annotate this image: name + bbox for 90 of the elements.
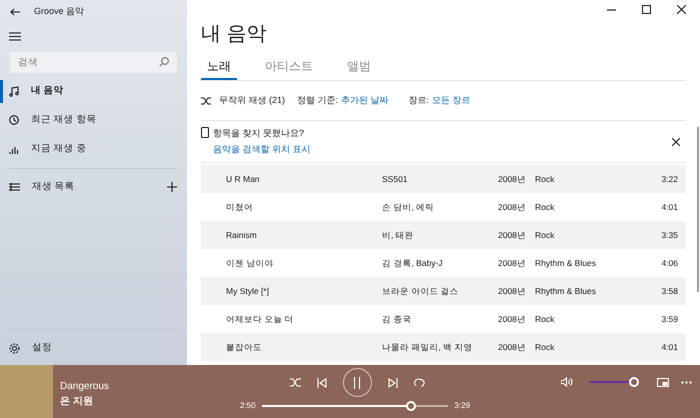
song-title: 붙잡아도 <box>226 340 263 354</box>
song-artist: 김 종국 <box>382 312 412 326</box>
nav-item[interactable]: 지금 재생 중 <box>0 134 187 164</box>
song-genre: Rock <box>535 340 556 354</box>
song-row[interactable]: 미쳤어 손 담비, 에릭 2008년 Rock 4:01 <box>201 193 686 221</box>
song-year: 2008년 <box>498 172 527 186</box>
song-row[interactable]: My Style [*] 브라운 아이드 걸스 2008년 Rhythm & Blues 3:58 <box>201 277 686 305</box>
pause-icon <box>353 376 361 388</box>
window-title: Groove 음악 <box>34 5 84 18</box>
repeat-icon[interactable] <box>414 378 424 388</box>
shuffle-button[interactable]: 무작위 재생 (21) <box>201 94 286 108</box>
maximize-icon[interactable] <box>642 5 651 14</box>
song-genre: Rock <box>535 172 556 186</box>
song-year: 2008년 <box>498 340 527 354</box>
song-artist: SS501 <box>382 172 409 186</box>
nav-item[interactable]: 최근 재생 항목 <box>0 106 187 134</box>
song-genre: Rock <box>535 312 556 326</box>
close-icon[interactable] <box>672 138 680 146</box>
song-title: 이젠 남이야 <box>226 256 274 270</box>
close-icon[interactable] <box>677 5 686 14</box>
song-genre: Rock <box>535 228 556 242</box>
song-title: 미쳤어 <box>226 200 254 214</box>
shuffle-icon <box>201 96 211 104</box>
song-duration: 3:22 <box>660 172 678 186</box>
more-icon[interactable] <box>681 380 692 384</box>
track-title: Dangerous <box>60 380 109 394</box>
add-icon[interactable] <box>167 182 177 192</box>
song-title: U R Man <box>226 172 261 186</box>
volume-thumb[interactable] <box>629 377 639 387</box>
song-year: 2008년 <box>498 256 527 270</box>
clock-icon <box>9 114 19 126</box>
song-duration: 3:59 <box>660 312 678 326</box>
song-title: Rainism <box>226 228 258 242</box>
song-artist: 비, 태완 <box>382 228 415 242</box>
device-icon <box>201 127 209 138</box>
song-row[interactable]: 붙잡아도 나몰라 패밀리, 백 지영 2008년 Rock 4:01 <box>201 333 686 361</box>
song-row[interactable]: Rainism 비, 태완 2008년 Rock 3:35 <box>201 221 686 249</box>
settings-icon[interactable] <box>9 343 20 354</box>
list-icon <box>9 183 20 191</box>
nav-item[interactable]: 내 음악 <box>0 76 187 106</box>
song-duration: 3:35 <box>660 228 678 242</box>
song-row[interactable]: 어제보다 오늘 더 김 종국 2008년 Rock 3:59 <box>201 305 686 333</box>
song-artist: 김 경록, Baby-J <box>382 256 444 270</box>
shuffle-icon[interactable] <box>290 378 300 387</box>
search-icon <box>159 56 169 66</box>
album-art-placeholder <box>0 365 53 418</box>
song-title: 어제보다 오늘 더 <box>226 312 295 326</box>
back-icon[interactable] <box>10 8 20 16</box>
genre-label: 장르: <box>408 94 430 107</box>
settings-item[interactable]: 설정 <box>32 341 52 356</box>
song-artist: 손 담비, 에릭 <box>382 200 436 214</box>
elapsed-time: 2:50 <box>240 400 256 412</box>
song-genre: Rhythm & Blues <box>535 284 597 298</box>
notice-text: 항목을 찾지 못했나요? <box>213 127 306 140</box>
sort-link[interactable]: 추가된 날짜 <box>341 94 389 108</box>
sort-label: 정렬 기준: <box>297 94 338 107</box>
page-title: 내 음악 <box>200 24 268 44</box>
genre-link[interactable]: 모든 장르 <box>432 94 471 108</box>
progress-thumb[interactable] <box>406 401 416 411</box>
song-genre: Rhythm & Blues <box>535 256 597 270</box>
song-duration: 4:01 <box>660 200 678 214</box>
song-year: 2008년 <box>498 228 527 242</box>
song-row[interactable]: 이젠 남이야 김 경록, Baby-J 2008년 Rhythm & Blues 4:06 <box>201 249 686 277</box>
song-year: 2008년 <box>498 312 527 326</box>
track-artist: 은 지원 <box>60 394 94 408</box>
song-artist: 브라운 아이드 걸스 <box>382 284 460 298</box>
tab[interactable]: 아티스트 <box>259 56 319 80</box>
previous-icon[interactable] <box>316 378 326 388</box>
total-time: 3:29 <box>454 400 470 412</box>
song-duration: 4:01 <box>660 340 678 354</box>
tab[interactable]: 노래 <box>201 56 237 80</box>
song-artist: 나몰라 패밀리, 백 지영 <box>382 340 474 354</box>
mini-view-icon[interactable] <box>657 378 669 386</box>
song-year: 2008년 <box>498 200 527 214</box>
song-title: My Style [*] <box>226 284 270 298</box>
next-icon[interactable] <box>388 378 398 388</box>
search-field[interactable]: 검색 <box>10 52 177 72</box>
menu-icon[interactable] <box>9 32 21 42</box>
song-duration: 4:06 <box>660 256 678 270</box>
playlists-item[interactable]: 재생 목록 <box>32 180 155 194</box>
song-duration: 3:58 <box>660 284 678 298</box>
scrollbar[interactable] <box>697 127 699 292</box>
song-genre: Rock <box>535 200 556 214</box>
song-row[interactable]: U R Man SS501 2008년 Rock 3:22 <box>201 165 686 193</box>
tab[interactable]: 앨범 <box>341 56 377 80</box>
volume-icon[interactable] <box>561 377 573 387</box>
play-pause-button[interactable] <box>342 368 372 397</box>
music-note-icon <box>9 86 19 96</box>
song-year: 2008년 <box>498 284 527 298</box>
notice-link[interactable]: 음악을 검색할 위치 표시 <box>213 142 311 156</box>
